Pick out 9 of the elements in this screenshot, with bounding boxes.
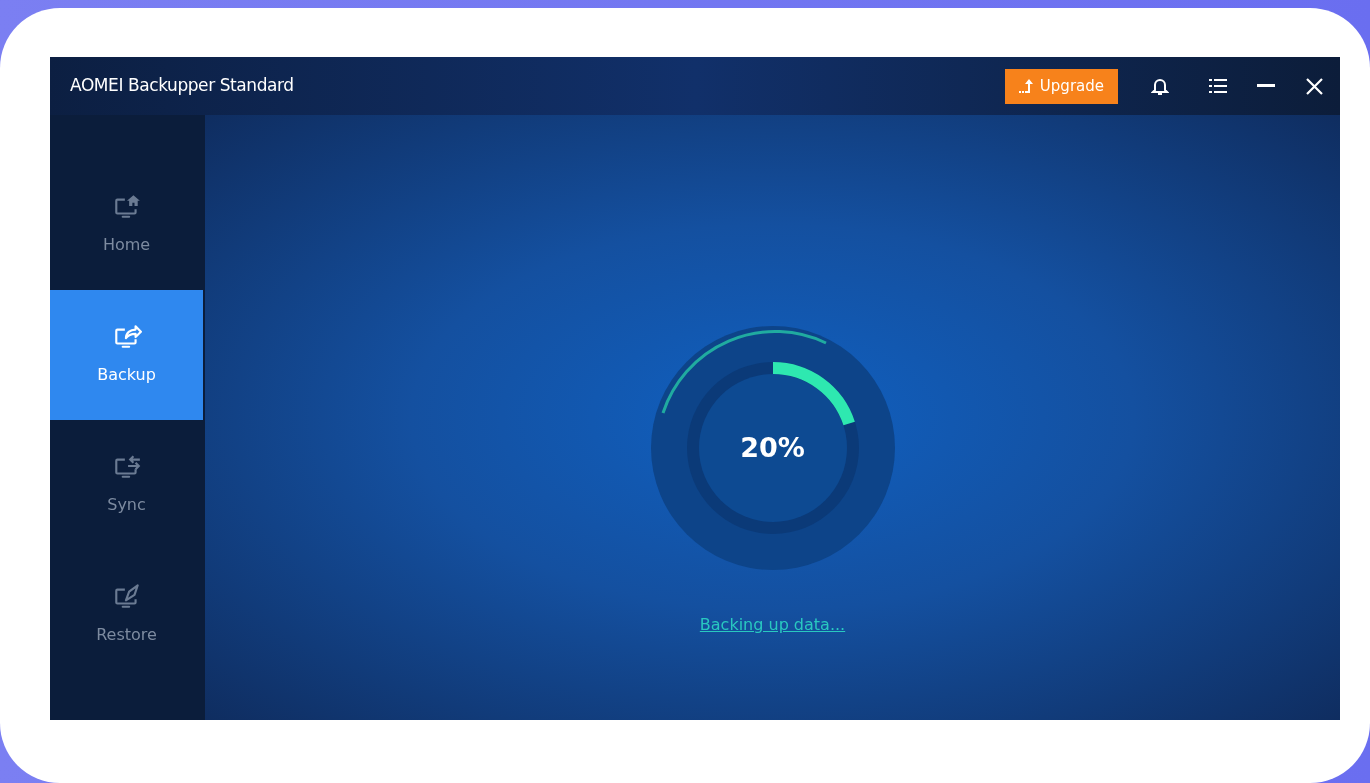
window-title: AOMEI Backupper Standard xyxy=(70,74,294,98)
status-link[interactable]: Backing up data... xyxy=(699,613,846,637)
sidebar-item[interactable]: Backup xyxy=(50,290,203,420)
progress-percentage: 20% xyxy=(740,430,805,465)
sidebar-item[interactable]: Restore xyxy=(50,550,203,680)
upload-arrow-icon xyxy=(1018,78,1034,94)
sidebar-item[interactable]: Sync xyxy=(50,420,203,550)
sidebar-item[interactable]: Home xyxy=(50,160,203,290)
upgrade-button[interactable]: Upgrade xyxy=(1004,68,1118,104)
